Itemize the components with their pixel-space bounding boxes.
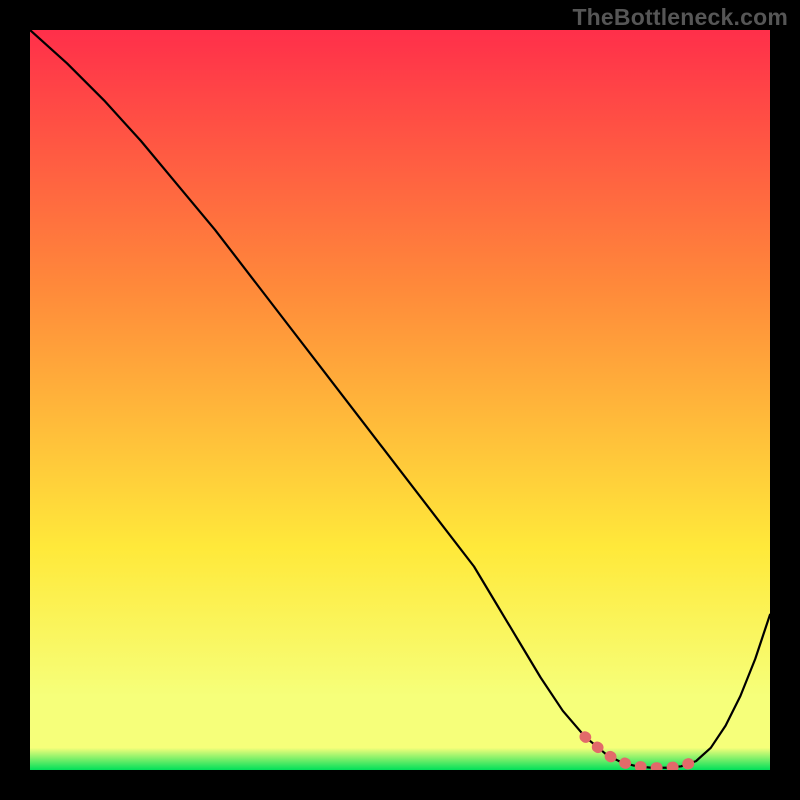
chart-container: TheBottleneck.com	[0, 0, 800, 800]
plot-area	[30, 30, 770, 770]
watermark-text: TheBottleneck.com	[572, 4, 788, 31]
chart-svg	[30, 30, 770, 770]
